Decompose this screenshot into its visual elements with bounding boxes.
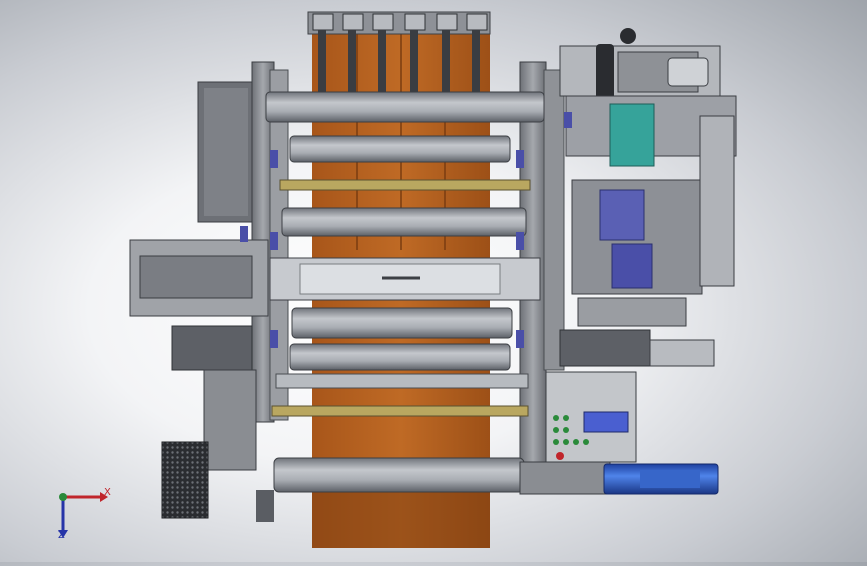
pneumatic-cylinder [519, 461, 719, 495]
triad-z-label: Z [58, 530, 65, 541]
right-drive-assembly [559, 28, 737, 367]
control-panel [545, 371, 637, 463]
coordinate-triad: X Z [48, 482, 118, 544]
machine-drawing [129, 11, 737, 548]
triad-x-label: X [104, 487, 111, 498]
left-guide-assembly [129, 239, 274, 522]
cad-viewport[interactable] [0, 0, 867, 562]
